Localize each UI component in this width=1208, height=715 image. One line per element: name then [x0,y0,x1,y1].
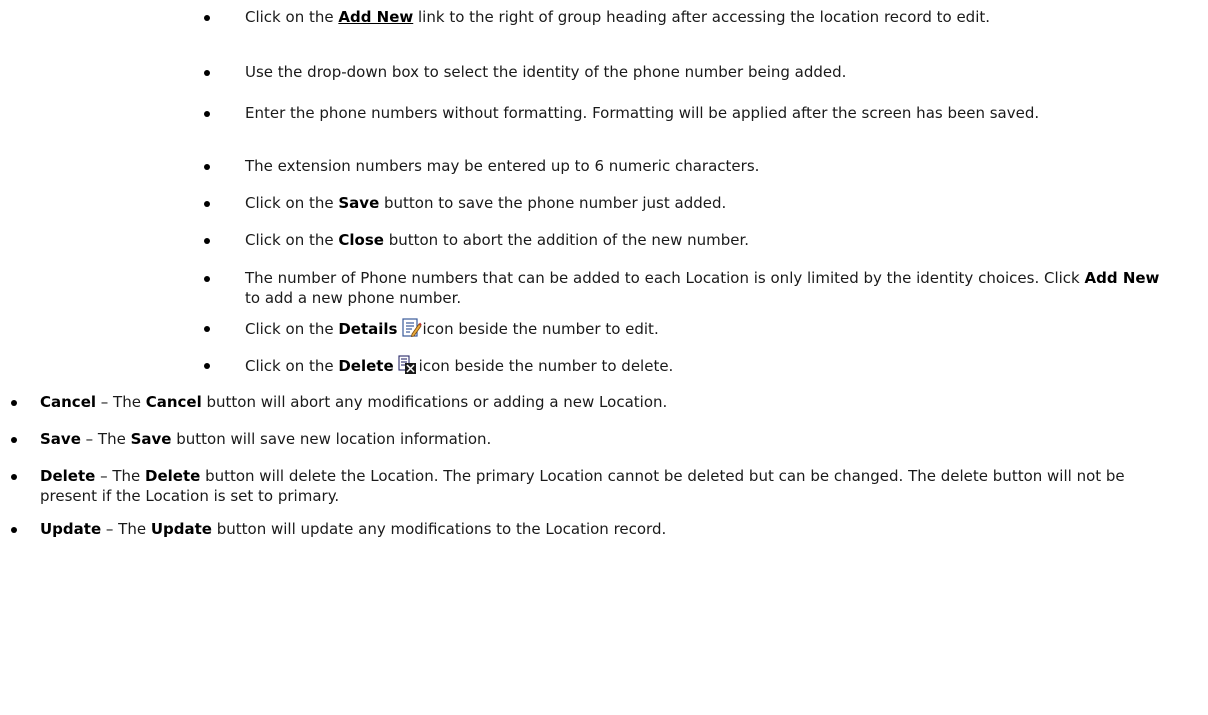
bullet-icon [204,276,210,282]
item-text: button will update any modifications to … [211,520,667,538]
bullet-icon [11,527,17,533]
bullet-icon [11,400,17,406]
item-text: The number of Phone numbers that can be … [245,269,1085,287]
bullet-icon [204,111,210,117]
item-text: link to the right of group heading after… [413,8,991,26]
item-text: Use the drop-down box to select the iden… [245,63,847,81]
item-bold: Details [338,320,398,338]
bullet-icon [204,70,210,76]
item-text: icon beside the number to delete. [418,357,674,375]
bullet-icon [11,437,17,443]
item-text: Enter the phone numbers without formatti… [245,104,1040,122]
item-text: – The [80,430,131,448]
item-text: button to abort the addition of the new … [383,231,750,249]
item-bold: Close [338,231,384,249]
item-text: – The [96,393,146,411]
item-text: The extension numbers may be entered up … [245,157,760,175]
item-bold: Cancel [145,393,202,411]
item-text: – The [95,467,145,485]
item-text: Click on the [245,357,339,375]
item-text: button to save the phone number just add… [379,194,727,212]
term-label: Delete [40,467,96,485]
term-label: Save [40,430,81,448]
item-bold: Delete [145,467,201,485]
bullet-icon [204,15,210,21]
add-new-link[interactable]: Add New [338,8,413,26]
item-text: Click on the [245,194,339,212]
term-label: Cancel [40,393,97,411]
item-text: Click on the [245,320,339,338]
item-bold: Update [150,520,212,538]
item-text: button will delete the Location. The pri… [40,467,1125,505]
item-text: Click on the [245,231,339,249]
item-text: – The [101,520,151,538]
term-label: Update [40,520,102,538]
bullet-icon [11,474,17,480]
item-bold: Add New [1084,269,1160,287]
bullet-icon [204,164,210,170]
bullet-icon [204,326,210,332]
item-text: icon beside the number to edit. [422,320,659,338]
item-bold: Save [130,430,172,448]
details-edit-icon[interactable] [401,318,422,343]
bullet-icon [204,363,210,369]
item-text: button will abort any modifications or a… [201,393,668,411]
bullet-icon [204,201,210,207]
bullet-icon [204,238,210,244]
item-text: button will save new location informatio… [171,430,492,448]
item-text: to add a new phone number. [245,289,462,307]
item-bold: Save [338,194,380,212]
delete-row-icon[interactable] [398,355,418,380]
item-bold: Delete [338,357,394,375]
item-text: Click on the [245,8,339,26]
